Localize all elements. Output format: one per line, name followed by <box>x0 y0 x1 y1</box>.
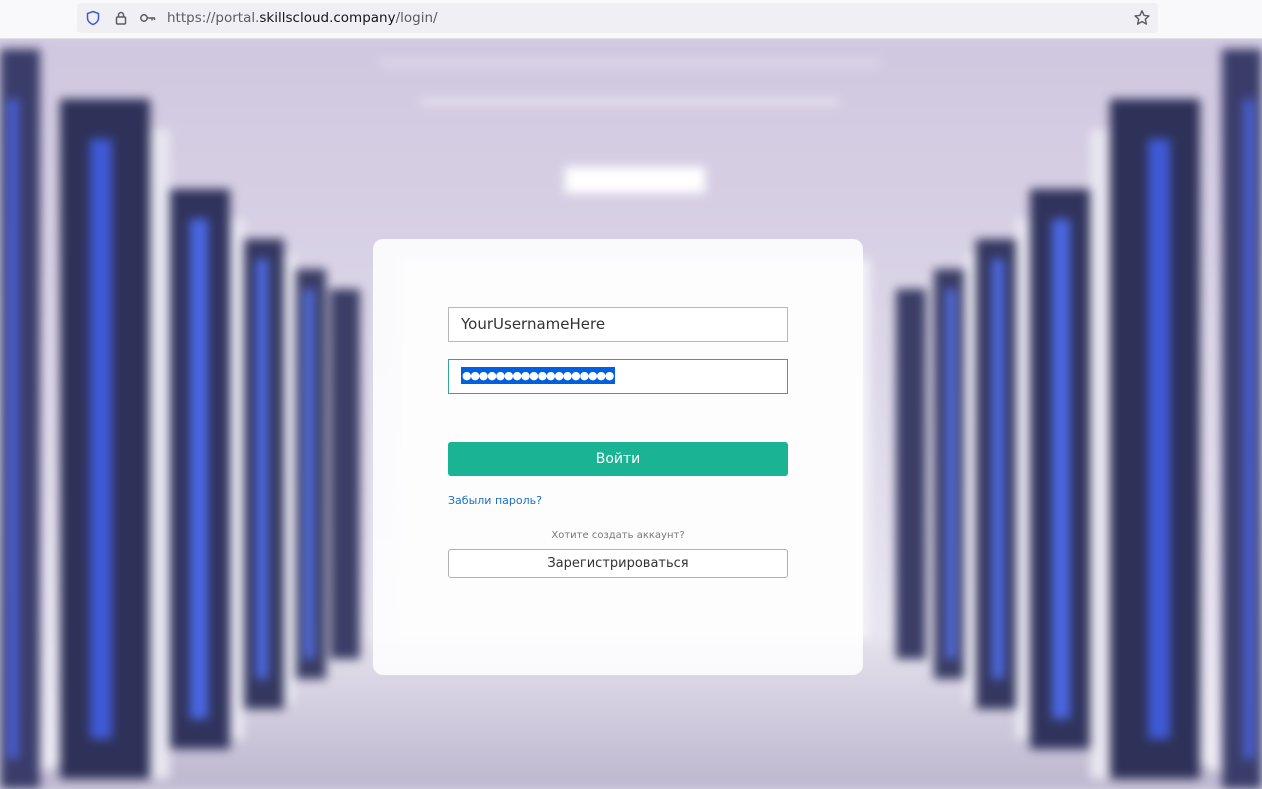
register-button[interactable]: Зарегистрироваться <box>448 549 788 578</box>
forgot-password-link[interactable]: Забыли пароль? <box>448 494 542 507</box>
key-icon[interactable] <box>139 10 157 26</box>
browser-toolbar: https://portal.skillscloud.company/login… <box>0 0 1262 39</box>
url-text[interactable]: https://portal.skillscloud.company/login… <box>167 10 438 26</box>
login-button[interactable]: Войти <box>448 442 788 476</box>
url-domain: skillscloud.company <box>259 10 396 26</box>
address-bar[interactable]: https://portal.skillscloud.company/login… <box>77 3 1158 33</box>
login-card: YourUsernameHere ●●●●●●●●●●●●●●●●●● Войт… <box>373 239 863 675</box>
star-icon[interactable] <box>1133 9 1151 27</box>
password-value: ●●●●●●●●●●●●●●●●●● <box>461 367 616 384</box>
shield-icon[interactable] <box>85 10 101 26</box>
lock-icon[interactable] <box>113 10 129 26</box>
signup-question: Хотите создать аккаунт? <box>551 530 685 541</box>
url-path: /login/ <box>395 10 438 26</box>
password-input[interactable]: ●●●●●●●●●●●●●●●●●● <box>448 359 788 394</box>
url-prefix: https://portal. <box>167 10 260 26</box>
username-input[interactable]: YourUsernameHere <box>448 307 788 342</box>
